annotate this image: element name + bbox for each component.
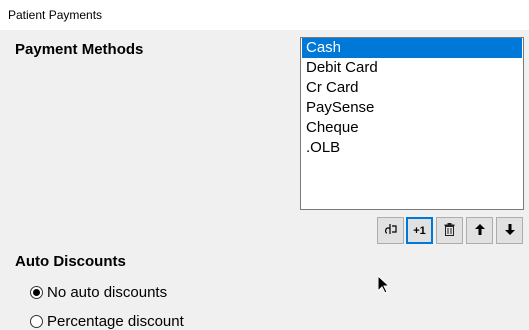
delete-button[interactable]: [436, 217, 463, 244]
radio-label: No auto discounts: [47, 284, 168, 301]
radio-button[interactable]: [30, 286, 43, 299]
add-one-label: +1: [413, 224, 426, 237]
window-title: Patient Payments: [8, 8, 103, 22]
radio-button[interactable]: [30, 315, 43, 328]
arrow-down-icon: [504, 223, 515, 238]
mouse-pointer-icon: [377, 274, 391, 299]
edit-button[interactable]: [377, 217, 404, 244]
list-item[interactable]: Cr Card: [302, 78, 522, 98]
radio-no-auto-discounts[interactable]: No auto discounts: [30, 284, 167, 301]
list-item[interactable]: Cash: [302, 38, 522, 58]
list-item[interactable]: PaySense: [302, 98, 522, 118]
trash-icon: [444, 222, 455, 239]
add-one-button[interactable]: +1: [406, 217, 433, 244]
payment-methods-heading: Payment Methods: [15, 41, 144, 58]
move-up-button[interactable]: [466, 217, 493, 244]
radio-label: Percentage discount: [47, 313, 184, 330]
list-item[interactable]: Cheque: [302, 118, 522, 138]
auto-discounts-heading: Auto Discounts: [15, 253, 126, 270]
radio-percentage-discount[interactable]: Percentage discount: [30, 313, 184, 330]
payment-methods-list[interactable]: Cash Debit Card Cr Card PaySense Cheque …: [300, 37, 524, 210]
list-item[interactable]: .OLB: [302, 138, 522, 158]
move-down-button[interactable]: [496, 217, 523, 244]
list-item[interactable]: Debit Card: [302, 58, 522, 78]
edit-icon: [384, 223, 398, 238]
arrow-up-icon: [474, 223, 485, 238]
title-bar: Patient Payments: [0, 0, 529, 30]
